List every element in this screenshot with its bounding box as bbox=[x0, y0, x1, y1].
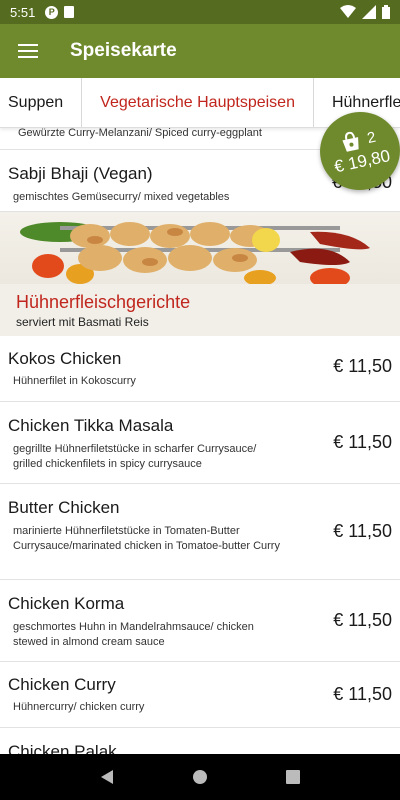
sd-card-icon bbox=[64, 6, 75, 18]
list-item-butter-chicken[interactable]: Butter Chicken marinierte Hühnerfiletstü… bbox=[0, 484, 400, 580]
food-banner-image bbox=[0, 212, 400, 284]
hamburger-menu-icon bbox=[18, 44, 38, 58]
dish-description: gemischtes Gemüsecurry/ mixed vegetables bbox=[13, 191, 230, 203]
notification-app-icon: P bbox=[45, 5, 59, 19]
system-navigation-bar bbox=[0, 754, 400, 800]
tab-suppen[interactable]: Suppen bbox=[0, 78, 83, 127]
dish-description: gegrillte Hühnerfiletstücke in scharfer … bbox=[13, 443, 257, 470]
dish-price: € 11,50 bbox=[333, 610, 392, 630]
dish-description: Hühnercurry/ chicken curry bbox=[13, 701, 145, 713]
dish-description: marinierte Hühnerfiletstücke in Tomaten-… bbox=[13, 525, 280, 552]
dish-name: Sabji Bhaji (Vegan) bbox=[8, 164, 153, 183]
tab-vegetarische-hauptspeisen[interactable]: Vegetarische Hauptspeisen bbox=[82, 78, 314, 127]
section-subtitle: serviert mit Basmati Reis bbox=[16, 315, 149, 329]
menu-button[interactable] bbox=[0, 24, 56, 78]
status-bar: 5:51 P bbox=[0, 0, 400, 24]
list-item-kokos-chicken[interactable]: Kokos Chicken Hühnerfilet in Kokoscurry … bbox=[0, 336, 400, 402]
menu-list[interactable]: Gewürzte Curry-Melanzani/ Spiced curry-e… bbox=[0, 128, 400, 754]
grilled-chicken-skewers-image bbox=[20, 222, 370, 284]
dish-name: Chicken Tikka Masala bbox=[8, 416, 174, 435]
dish-name: Chicken Curry bbox=[8, 675, 116, 694]
status-time: 5:51 bbox=[10, 4, 36, 20]
home-circle-icon bbox=[192, 770, 207, 784]
dish-name: Butter Chicken bbox=[8, 498, 120, 517]
home-button[interactable] bbox=[180, 757, 220, 797]
dish-name: Chicken Korma bbox=[8, 594, 125, 613]
dish-price: € 11,50 bbox=[333, 356, 392, 376]
recents-button[interactable] bbox=[273, 757, 313, 797]
section-title: Hühnerfleischgerichte bbox=[16, 292, 191, 312]
section-header-huehnerfleischgerichte: Hühnerfleischgerichte serviert mit Basma… bbox=[0, 284, 400, 336]
list-item-chicken-curry[interactable]: Chicken Curry Hühnercurry/ chicken curry… bbox=[0, 662, 400, 728]
recents-square-icon bbox=[286, 770, 301, 784]
dish-description: Hühnerfilet in Kokoscurry bbox=[13, 375, 136, 387]
shopping-bag-icon bbox=[342, 131, 359, 152]
list-item-chicken-korma[interactable]: Chicken Korma geschmortes Huhn in Mandel… bbox=[0, 580, 400, 662]
dish-name: Kokos Chicken bbox=[8, 349, 122, 368]
app-bar: Speisekarte bbox=[0, 24, 400, 78]
dish-description: geschmortes Huhn in Mandelrahmsauce/ chi… bbox=[13, 621, 254, 648]
battery-icon bbox=[382, 5, 390, 19]
dish-price: € 11,50 bbox=[333, 684, 392, 704]
dish-price: € 11,50 bbox=[333, 521, 392, 541]
dish-name: Chicken Palak bbox=[8, 742, 117, 754]
back-button[interactable] bbox=[87, 757, 127, 797]
cart-item-count: 2 bbox=[365, 128, 378, 147]
list-item-chicken-tikka-masala[interactable]: Chicken Tikka Masala gegrillte Hühnerfil… bbox=[0, 402, 400, 484]
dish-description: Gewürzte Curry-Melanzani/ Spiced curry-e… bbox=[18, 128, 262, 139]
signal-icon bbox=[362, 5, 376, 19]
list-item-chicken-palak[interactable]: Chicken Palak bbox=[0, 728, 400, 754]
app-title: Speisekarte bbox=[70, 40, 177, 61]
wifi-icon bbox=[340, 5, 356, 18]
dish-price: € 11,50 bbox=[333, 432, 392, 452]
back-triangle-icon bbox=[100, 770, 113, 784]
